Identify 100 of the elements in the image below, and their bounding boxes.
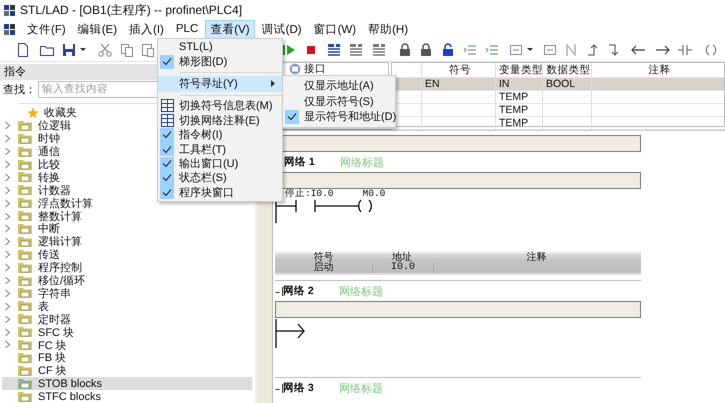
- menu-item[interactable]: 显示符号和地址(D): [283, 109, 395, 124]
- menu-item[interactable]: 窗口(W): [308, 20, 362, 38]
- tree-item[interactable]: SFC 块: [2, 326, 252, 339]
- contact-label: 停止:I0.0: [285, 189, 334, 198]
- comment-box[interactable]: [275, 301, 641, 318]
- tree-item[interactable]: FC 块: [2, 338, 252, 352]
- lock-icon[interactable]: [440, 42, 456, 58]
- menu-item[interactable]: STL(L): [158, 40, 282, 54]
- folder-icon: [17, 338, 33, 351]
- tree-label: 字符串: [38, 286, 71, 301]
- tree-item[interactable]: FB 块: [2, 351, 252, 364]
- menu-item[interactable]: 输出窗口(U): [158, 156, 282, 171]
- menu-item[interactable]: 工具栏(T): [158, 142, 282, 156]
- tree-item[interactable]: 表: [2, 300, 252, 313]
- tree-item[interactable]: 定时器: [2, 312, 252, 326]
- tree-label: 中断: [38, 222, 60, 236]
- coil-icon[interactable]: [703, 42, 719, 58]
- tree-item[interactable]: 传送: [2, 248, 252, 262]
- coil-label: M0.0: [362, 189, 386, 198]
- folder-icon: [17, 378, 33, 390]
- search-label: 查找：: [3, 82, 36, 97]
- tree-item[interactable]: 接口: [304, 63, 326, 75]
- new-file-icon[interactable]: [15, 42, 31, 58]
- folder-icon: [17, 248, 33, 261]
- tree-item[interactable]: 程序控制: [2, 261, 252, 274]
- tree-item[interactable]: CF 块: [2, 364, 252, 378]
- collapse-icon[interactable]: [275, 383, 283, 393]
- tree-label: 程序控制: [38, 260, 82, 275]
- lock-icon[interactable]: [418, 42, 434, 58]
- menu-item[interactable]: PLC: [170, 21, 204, 37]
- submenu-arrow-icon: [271, 80, 276, 88]
- folder-icon: [17, 184, 33, 196]
- tree-label: 传送: [38, 248, 60, 262]
- menu-item[interactable]: 切换符号信息表(M): [158, 98, 282, 114]
- folder-icon: [17, 390, 33, 403]
- folder-icon: [17, 210, 33, 222]
- network-label: 网络 3: [283, 381, 315, 395]
- tree-item[interactable]: 整数计算: [2, 210, 252, 223]
- folder-icon: [17, 262, 33, 274]
- menu-item[interactable]: 仅显示符号(S): [283, 94, 395, 109]
- lock-icon[interactable]: [397, 42, 413, 58]
- table-cell: BOOL: [543, 78, 592, 90]
- tree-label: 移位/循环: [38, 274, 86, 288]
- folder-icon: [17, 171, 33, 184]
- menu-item[interactable]: 文件(F): [22, 20, 71, 38]
- folder-icon: [17, 274, 33, 287]
- tree-label: STFC blocks: [38, 390, 101, 403]
- table-cell: TEMP: [496, 117, 543, 129]
- collapse-icon[interactable]: [275, 286, 283, 296]
- copy-icon[interactable]: [119, 42, 135, 58]
- list-icon[interactable]: [371, 42, 387, 58]
- menu-item[interactable]: 仅显示地址(A): [283, 78, 395, 94]
- star-icon: [27, 106, 39, 119]
- column-header[interactable]: 数据类型: [543, 63, 592, 77]
- column-header: 地址: [391, 253, 412, 263]
- menu-item[interactable]: 帮助(H): [363, 20, 414, 38]
- folder-icon: [17, 236, 33, 248]
- tree-label: 逻辑计算: [38, 235, 82, 249]
- tree-item[interactable]: 字符串: [2, 286, 252, 300]
- menu-item[interactable]: 查看(V): [205, 20, 255, 38]
- tree-item[interactable]: 中断: [2, 222, 252, 236]
- table-cell: TEMP: [496, 104, 543, 116]
- tree-label: FB 块: [38, 351, 66, 365]
- table-cell: TEMP: [496, 91, 543, 103]
- tree-label: 定时器: [38, 312, 71, 327]
- check-icon: [287, 112, 297, 122]
- table-icon: [160, 114, 174, 127]
- tree-item[interactable]: 移位/循环: [2, 274, 252, 287]
- menu-item[interactable]: 状态栏(S): [158, 170, 282, 186]
- folder-icon: [17, 364, 33, 377]
- paste-icon[interactable]: [140, 42, 156, 58]
- folder-icon: [17, 132, 33, 145]
- tree-label: 比较: [38, 158, 60, 172]
- menu-item[interactable]: 符号寻址(Y): [158, 76, 282, 92]
- folder-icon: [17, 146, 33, 158]
- table-cell: I0.0: [373, 263, 434, 273]
- menu-item[interactable]: 插入(I): [124, 20, 169, 38]
- tree-item[interactable]: STOB blocks: [2, 377, 252, 390]
- menu-item[interactable]: 切换网络注释(E): [158, 113, 282, 128]
- check-icon: [162, 57, 172, 66]
- menu-item[interactable]: 调试(D): [256, 20, 307, 38]
- column-header[interactable]: 注释: [592, 63, 724, 77]
- tree-label: CF 块: [38, 364, 67, 378]
- menu-item[interactable]: 编辑(E): [72, 20, 122, 38]
- column-header: 注释: [526, 253, 548, 263]
- folder-icon: [17, 326, 33, 338]
- tree-item[interactable]: 逻辑计算: [2, 235, 252, 248]
- tree-label: 收藏夹: [44, 106, 77, 120]
- tree-label: 转换: [38, 170, 60, 185]
- app-icon[interactable]: [3, 22, 16, 36]
- column-header[interactable]: 符号: [422, 63, 496, 77]
- folder-icon: [17, 352, 33, 364]
- tree-item[interactable]: STFC blocks: [2, 390, 252, 403]
- window-title: STL/LAD - [OB1(主程序) -- profinet\PLC4]: [20, 2, 242, 18]
- column-header[interactable]: 变量类型: [496, 63, 543, 77]
- cut-icon[interactable]: [97, 42, 113, 58]
- menu-item[interactable]: 指令树(I): [158, 128, 282, 142]
- tree-label: 位逻辑: [38, 119, 71, 133]
- list-icon[interactable]: [326, 42, 342, 58]
- list-icon[interactable]: [348, 42, 364, 58]
